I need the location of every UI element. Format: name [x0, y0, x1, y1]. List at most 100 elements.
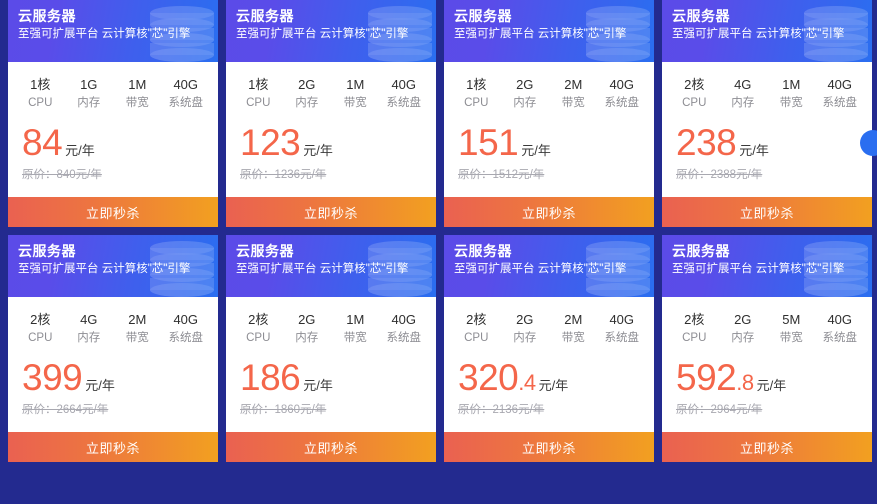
product-subtitle: 至强可扩展平台 云计算核"芯"引擎	[672, 28, 845, 40]
spec-value: 40G	[827, 312, 853, 327]
spec-label: 带宽	[779, 332, 803, 344]
spec-value: 1核	[466, 77, 487, 92]
spec-item: 1核 CPU	[452, 76, 501, 112]
spec-value: 1M	[346, 312, 365, 327]
spec-label: CPU	[28, 97, 53, 109]
price-integer: 123	[240, 122, 301, 163]
spec-label: 系统盘	[822, 97, 858, 109]
card-header: 云服务器 至强可扩展平台 云计算核"芯"引擎	[444, 235, 654, 297]
product-card[interactable]: 云服务器 至强可扩展平台 云计算核"芯"引擎 2核 CPU 2G 内存 2M 带…	[444, 235, 654, 462]
spec-item: 5M 带宽	[767, 311, 816, 347]
spec-list: 2核 CPU 4G 内存 1M 带宽 40G 系统盘	[662, 62, 872, 112]
spec-label: 内存	[513, 97, 537, 109]
spec-value: 2G	[298, 77, 316, 92]
spec-value: 4G	[80, 312, 98, 327]
buy-now-button[interactable]: 立即秒杀	[662, 197, 872, 227]
card-header: 云服务器 至强可扩展平台 云计算核"芯"引擎	[662, 235, 872, 297]
spec-label: 系统盘	[604, 332, 640, 344]
price-decimal: .4	[518, 370, 536, 395]
spec-label: CPU	[682, 332, 707, 344]
product-subtitle: 至强可扩展平台 云计算核"芯"引擎	[672, 263, 845, 275]
spec-item: 40G 系统盘	[380, 76, 429, 112]
price-integer: 84	[22, 122, 63, 163]
spec-list: 1核 CPU 2G 内存 2M 带宽 40G 系统盘	[444, 62, 654, 112]
buy-now-button[interactable]: 立即秒杀	[8, 432, 218, 462]
spec-label: CPU	[464, 332, 489, 344]
price-row: 592 .8 元/年	[662, 347, 872, 397]
product-subtitle: 至强可扩展平台 云计算核"芯"引擎	[18, 28, 191, 40]
spec-item: 40G 系统盘	[816, 76, 865, 112]
spec-item: 40G 系统盘	[162, 76, 211, 112]
spec-value: 1核	[30, 77, 51, 92]
price-row: 186 元/年	[226, 347, 436, 397]
buy-now-button[interactable]: 立即秒杀	[226, 197, 436, 227]
spec-item: 1G 内存	[65, 76, 114, 112]
spec-label: 带宽	[343, 97, 367, 109]
spec-value: 2M	[564, 77, 583, 92]
product-card[interactable]: 云服务器 至强可扩展平台 云计算核"芯"引擎 1核 CPU 1G 内存 1M 带…	[8, 0, 218, 227]
product-title: 云服务器	[236, 243, 294, 259]
card-header: 云服务器 至强可扩展平台 云计算核"芯"引擎	[444, 0, 654, 62]
price-unit: 元/年	[65, 143, 95, 158]
product-title: 云服务器	[236, 8, 294, 24]
product-card[interactable]: 云服务器 至强可扩展平台 云计算核"芯"引擎 1核 CPU 2G 内存 2M 带…	[444, 0, 654, 227]
spec-value: 2核	[684, 77, 705, 92]
product-subtitle: 至强可扩展平台 云计算核"芯"引擎	[236, 263, 409, 275]
original-price: 原价：2136元/年	[458, 404, 545, 416]
price-integer: 238	[676, 122, 737, 163]
original-price: 原价：1236元/年	[240, 169, 327, 181]
product-subtitle: 至强可扩展平台 云计算核"芯"引擎	[18, 263, 191, 275]
spec-value: 2核	[684, 312, 705, 327]
original-price: 原价：2964元/年	[676, 404, 763, 416]
product-card[interactable]: 云服务器 至强可扩展平台 云计算核"芯"引擎 2核 CPU 2G 内存 5M 带…	[662, 235, 872, 462]
spec-label: 系统盘	[386, 97, 422, 109]
spec-item: 2核 CPU	[16, 311, 65, 347]
spec-list: 2核 CPU 2G 内存 2M 带宽 40G 系统盘	[444, 297, 654, 347]
spec-value: 40G	[609, 312, 635, 327]
buy-now-button[interactable]: 立即秒杀	[444, 197, 654, 227]
spec-label: 内存	[295, 332, 319, 344]
price-integer: 592	[676, 357, 737, 398]
spec-item: 4G 内存	[65, 311, 114, 347]
card-header: 云服务器 至强可扩展平台 云计算核"芯"引擎	[226, 0, 436, 62]
buy-now-button[interactable]: 立即秒杀	[444, 432, 654, 462]
spec-item: 40G 系统盘	[598, 311, 647, 347]
spec-item: 40G 系统盘	[598, 76, 647, 112]
original-price: 原价：840元/年	[22, 169, 102, 181]
price-integer: 151	[458, 122, 519, 163]
spec-value: 2G	[298, 312, 316, 327]
original-price: 原价：1512元/年	[458, 169, 545, 181]
spec-item: 2G 内存	[501, 76, 550, 112]
product-card[interactable]: 云服务器 至强可扩展平台 云计算核"芯"引擎 1核 CPU 2G 内存 1M 带…	[226, 0, 436, 227]
product-card[interactable]: 云服务器 至强可扩展平台 云计算核"芯"引擎 2核 CPU 4G 内存 1M 带…	[662, 0, 872, 227]
spec-item: 2核 CPU	[670, 311, 719, 347]
spec-item: 2核 CPU	[234, 311, 283, 347]
product-title: 云服务器	[454, 8, 512, 24]
spec-value: 1核	[248, 77, 269, 92]
product-card-grid: 云服务器 至强可扩展平台 云计算核"芯"引擎 1核 CPU 1G 内存 1M 带…	[8, 0, 877, 462]
spec-value: 40G	[391, 312, 417, 327]
product-title: 云服务器	[672, 8, 730, 24]
price-row: 238 元/年	[662, 112, 872, 162]
spec-value: 2G	[734, 312, 752, 327]
price-row: 399 元/年	[8, 347, 218, 397]
price-integer: 399	[22, 357, 83, 398]
product-title: 云服务器	[18, 8, 76, 24]
original-price: 原价：2388元/年	[676, 169, 763, 181]
spec-value: 1M	[782, 77, 801, 92]
price-row: 320 .4 元/年	[444, 347, 654, 397]
spec-value: 2核	[248, 312, 269, 327]
buy-now-button[interactable]: 立即秒杀	[226, 432, 436, 462]
product-card[interactable]: 云服务器 至强可扩展平台 云计算核"芯"引擎 2核 CPU 2G 内存 1M 带…	[226, 235, 436, 462]
price-row: 84 元/年	[8, 112, 218, 162]
spec-label: 内存	[513, 332, 537, 344]
spec-label: 带宽	[779, 97, 803, 109]
spec-list: 2核 CPU 2G 内存 1M 带宽 40G 系统盘	[226, 297, 436, 347]
spec-item: 4G 内存	[719, 76, 768, 112]
spec-label: 系统盘	[168, 332, 204, 344]
buy-now-button[interactable]: 立即秒杀	[662, 432, 872, 462]
spec-label: CPU	[246, 332, 271, 344]
buy-now-button[interactable]: 立即秒杀	[8, 197, 218, 227]
spec-label: CPU	[464, 97, 489, 109]
product-card[interactable]: 云服务器 至强可扩展平台 云计算核"芯"引擎 2核 CPU 4G 内存 2M 带…	[8, 235, 218, 462]
